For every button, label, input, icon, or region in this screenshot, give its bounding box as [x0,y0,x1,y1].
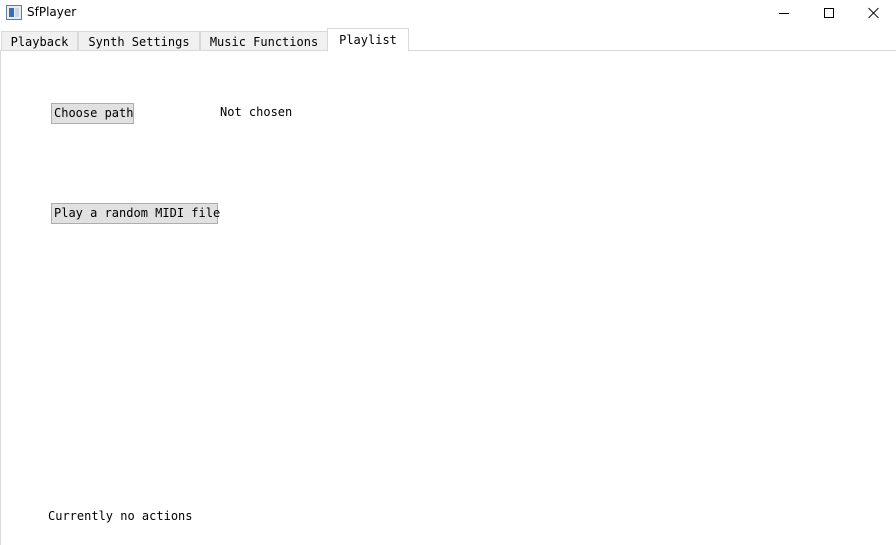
playlist-panel [0,50,896,545]
app-icon [6,5,22,20]
tab-playlist[interactable]: Playlist [327,28,409,52]
path-value-label: Not chosen [220,105,293,119]
tab-playback[interactable]: Playback [1,31,78,51]
window-title: SfPlayer [27,5,77,19]
tab-bar: Playback Synth Settings Music Functions … [0,28,896,52]
minimize-icon [779,12,789,14]
status-text: Currently no actions [48,509,193,523]
close-icon [868,7,880,19]
minimize-button[interactable] [761,0,807,26]
tab-synth-settings[interactable]: Synth Settings [78,31,200,51]
play-random-midi-button[interactable]: Play a random MIDI file [51,203,220,224]
title-bar[interactable]: SfPlayer [0,0,896,26]
maximize-button[interactable] [806,0,852,26]
tab-music-functions[interactable]: Music Functions [200,31,328,51]
close-button[interactable] [851,0,896,26]
maximize-icon [824,8,834,18]
choose-path-button[interactable]: Choose path [51,103,134,124]
app-window: SfPlayer Playback Synth Settings Music F… [0,0,896,545]
